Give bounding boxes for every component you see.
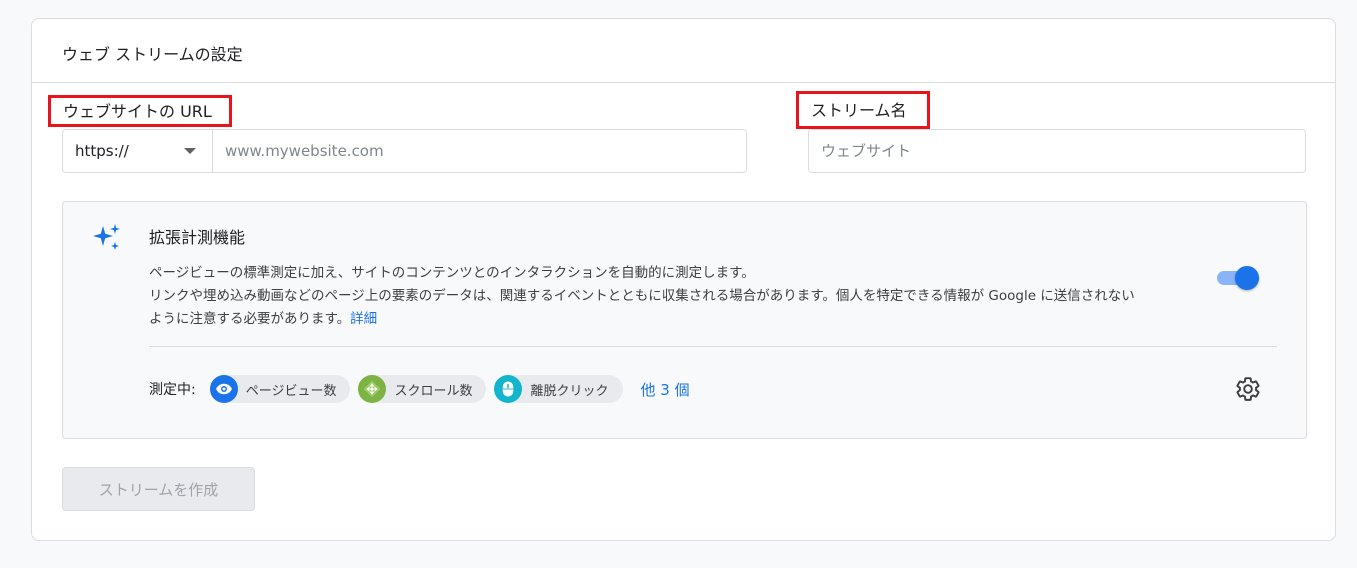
protocol-value: https:// [75, 142, 129, 160]
protocol-select[interactable]: https:// [63, 130, 213, 172]
website-url-label: ウェブサイトの URL [48, 95, 232, 127]
chip-label: スクロール数 [394, 383, 473, 399]
chip-scrolls: スクロール数 [358, 375, 487, 403]
enhanced-measurement-toggle[interactable] [1215, 266, 1259, 290]
sparkle-icon [93, 224, 120, 250]
more-events-link[interactable]: 他 3 個 [641, 379, 690, 400]
measuring-row: 測定中: ページビュー数 スクロール数 離脱クリック 他 3 個 [149, 374, 690, 404]
enhanced-measurement-panel: 拡張計測機能 ページビューの標準測定に加え、サイトのコンテンツとのインタラクショ… [62, 201, 1307, 439]
web-stream-settings-card: ウェブ ストリームの設定 ウェブサイトの URL ストリーム名 https://… [31, 18, 1336, 541]
chip-label: ページビュー数 [245, 383, 337, 399]
card-title: ウェブ ストリームの設定 [32, 19, 1335, 83]
website-url-field: https:// [62, 129, 747, 173]
create-stream-button[interactable]: ストリームを作成 [62, 467, 255, 511]
scroll-icon [358, 375, 387, 403]
enhanced-measurement-title: 拡張計測機能 [149, 228, 246, 247]
mouse-icon [494, 375, 523, 403]
description-line-3-wrap: ように注意する必要があります。詳細 [149, 308, 1219, 331]
measuring-label: 測定中: [149, 382, 196, 398]
description-line-2: リンクや埋め込み動画などのページ上の要素のデータは、関連するイベントとともに収集… [149, 288, 1135, 304]
eye-icon [209, 375, 238, 403]
stream-name-field [808, 129, 1306, 173]
chip-label: 離脱クリック [530, 383, 609, 399]
chip-outbound-clicks: 離脱クリック [494, 375, 623, 403]
website-url-input[interactable] [213, 130, 746, 172]
chip-page-views: ページビュー数 [209, 375, 351, 403]
stream-name-label: ストリーム名 [796, 91, 930, 129]
divider [149, 346, 1277, 347]
gear-icon[interactable] [1235, 376, 1261, 402]
enhanced-measurement-description: ページビューの標準測定に加え、サイトのコンテンツとのインタラクションを自動的に測… [149, 262, 1219, 331]
toggle-thumb [1235, 266, 1259, 290]
description-line-1: ページビューの標準測定に加え、サイトのコンテンツとのインタラクションを自動的に測… [149, 265, 755, 281]
stream-name-input[interactable] [809, 130, 1305, 172]
description-line-3: ように注意する必要があります。 [149, 311, 351, 327]
caret-down-icon [184, 148, 196, 154]
details-link[interactable]: 詳細 [350, 311, 377, 327]
